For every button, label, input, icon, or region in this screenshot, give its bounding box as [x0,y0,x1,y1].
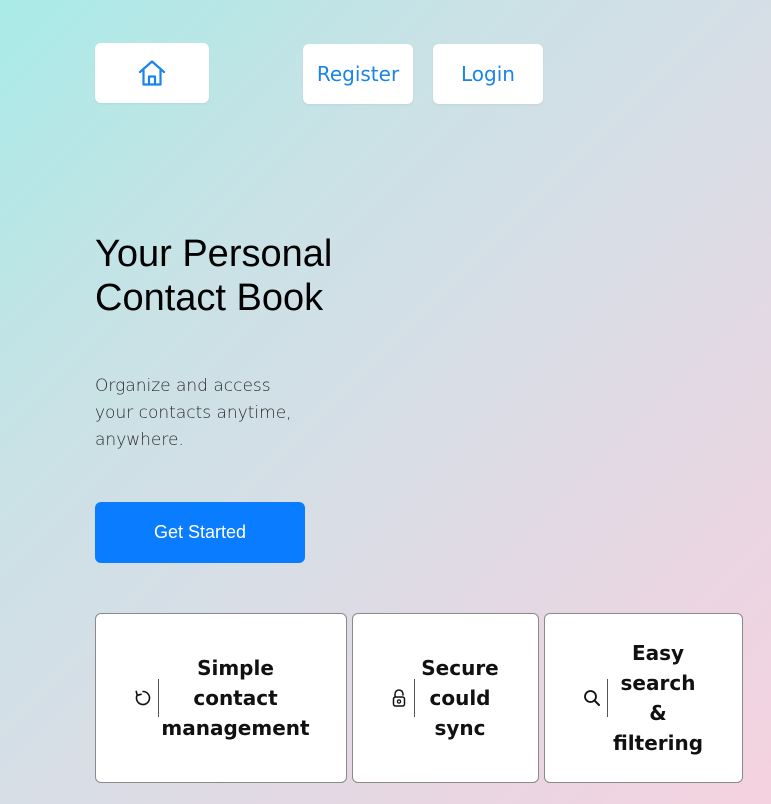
feature-card-search-filtering: Easy search & filtering [544,613,743,783]
feature-card-contact-management: Simple contact management [95,613,347,783]
feature-divider [157,679,159,717]
get-started-button[interactable]: Get Started [95,502,305,563]
feature-label: Easy search & filtering [612,641,704,755]
feature-card-secure-sync: Secure could sync [352,613,539,783]
page-title: Your Personal Contact Book [95,233,333,319]
feature-divider [607,679,608,717]
feature-label: Simple contact management [161,656,310,740]
home-icon [137,59,167,87]
lock-icon [388,687,410,709]
feature-label: Secure could sync [421,656,499,740]
home-button[interactable] [95,43,209,103]
login-button[interactable]: Login [433,44,543,104]
hero-subtitle: Organize and access your contacts anytim… [95,376,292,450]
register-button[interactable]: Register [303,44,413,104]
refresh-icon [132,687,154,709]
search-icon [581,687,603,709]
feature-divider [414,679,415,717]
